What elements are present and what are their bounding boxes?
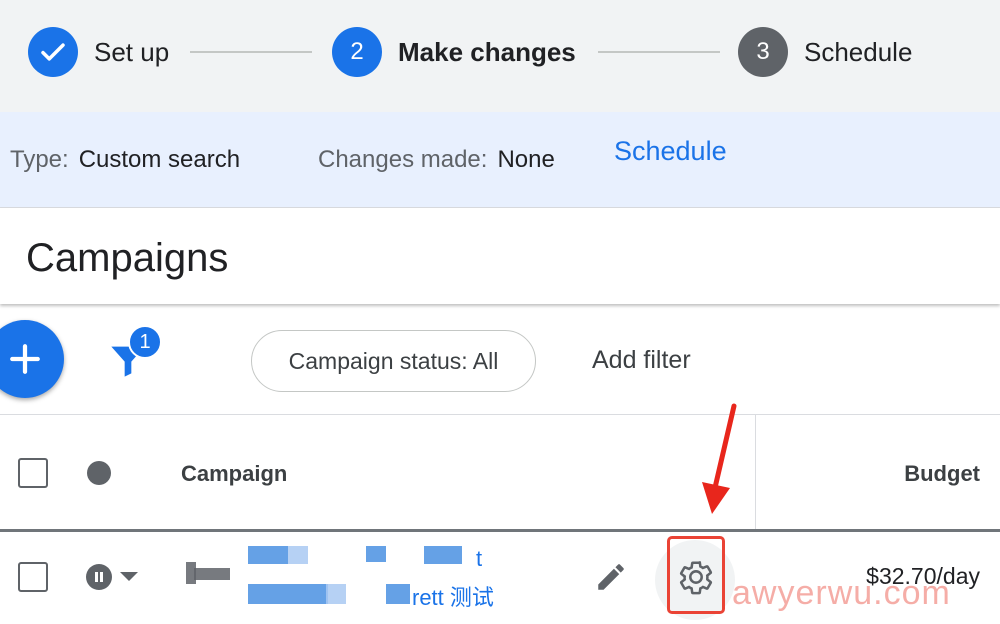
step-connector (190, 51, 312, 53)
campaign-column-header[interactable]: Campaign (181, 461, 287, 487)
step-number: 2 (332, 27, 382, 77)
add-campaign-button[interactable] (0, 320, 64, 398)
campaign-name-fragment: rett 测试 (412, 585, 494, 610)
changes-value: None (497, 146, 555, 173)
chevron-down-icon[interactable] (120, 572, 138, 581)
watermark: awyerwu.com (732, 574, 951, 612)
redaction-block (424, 546, 462, 564)
filter-count-badge: 1 (128, 325, 162, 359)
select-all-checkbox[interactable] (18, 458, 48, 488)
redaction-block (386, 584, 410, 604)
changes-key: Changes made: (318, 146, 488, 173)
bulk-edit-info-bar: Type: Custom search Changes made: None Sch… (0, 112, 1000, 208)
page-header: Campaigns (0, 208, 1000, 304)
step-make-changes[interactable]: 2 Make changes (332, 27, 576, 77)
annotation-arrow-icon (702, 403, 737, 514)
pause-icon[interactable] (86, 564, 112, 590)
status-column-icon[interactable] (87, 461, 111, 485)
highlight-box (667, 536, 725, 614)
progress-stepper: Set up 2 Make changes 3 Schedule (0, 0, 1000, 112)
step-schedule[interactable]: 3 Schedule (738, 27, 912, 77)
budget-column-header[interactable]: Budget (904, 461, 980, 487)
redaction-block (248, 584, 308, 604)
step-label: Set up (94, 36, 170, 67)
type-key: Type: (10, 146, 69, 173)
row-checkbox[interactable] (18, 562, 48, 592)
add-filter-button[interactable]: Add filter (592, 346, 691, 375)
divider (0, 414, 1000, 415)
step-connector (598, 51, 720, 53)
changes-summary: Changes made: None (318, 146, 555, 174)
redaction-block (326, 584, 346, 604)
check-icon (28, 27, 78, 77)
redaction-block (308, 584, 328, 604)
redaction-block (248, 546, 288, 564)
campaign-status-filter-chip[interactable]: Campaign status: All (251, 330, 536, 392)
redaction-block (288, 546, 308, 564)
step-set-up[interactable]: Set up (28, 27, 169, 77)
type-value: Custom search (78, 146, 241, 173)
redaction-block (366, 546, 386, 562)
campaign-name-fragment: t (476, 546, 483, 571)
page-title: Campaigns (26, 236, 229, 280)
step-label: Schedule (804, 36, 913, 67)
step-label: Make changes (398, 36, 576, 67)
type-summary: Type: Custom search (10, 146, 240, 174)
campaign-name-link[interactable]: t rett 测试 (186, 540, 506, 612)
plus-icon (10, 344, 40, 374)
redaction-block (194, 568, 230, 580)
step-number: 3 (738, 27, 788, 77)
schedule-link[interactable]: Schedule (614, 136, 727, 167)
pencil-icon[interactable] (594, 560, 628, 594)
